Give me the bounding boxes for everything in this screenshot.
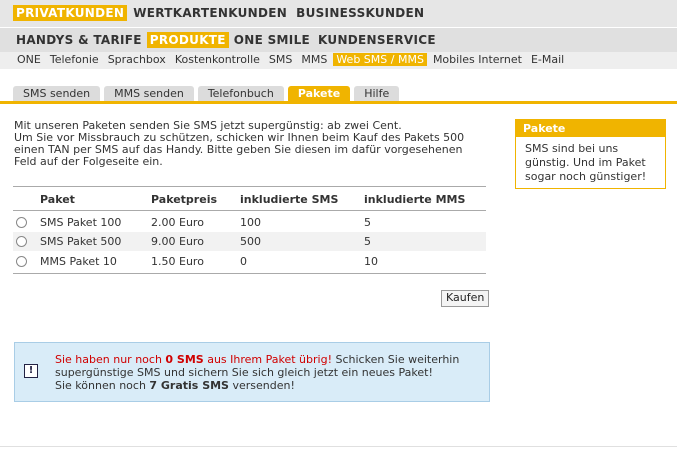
package-radio[interactable] xyxy=(16,256,27,267)
cell-sms: 100 xyxy=(240,216,261,229)
info-box-body: SMS sind bei uns günstig. Und im Paket s… xyxy=(516,137,665,188)
footer-divider xyxy=(0,446,677,447)
nav-sprachbox[interactable]: Sprachbox xyxy=(105,53,169,66)
package-radio[interactable] xyxy=(16,236,27,247)
notice-alert-text: aus Ihrem Paket übrig! xyxy=(203,353,332,366)
nav-email[interactable]: E-Mail xyxy=(528,53,567,66)
col-header-preis: Paketpreis xyxy=(151,193,218,206)
section-nav: HANDYS & TARIFE PRODUKTE ONE SMILE KUNDE… xyxy=(0,28,677,52)
nav-handys-tarife[interactable]: HANDYS & TARIFE xyxy=(13,32,145,48)
col-header-mms: inkludierte MMS xyxy=(364,193,466,206)
cell-preis: 9.00 Euro xyxy=(151,235,204,248)
nav-privatkunden[interactable]: PRIVATKUNDEN xyxy=(13,5,128,21)
nav-one[interactable]: ONE xyxy=(14,53,44,66)
sms-notice: ! Sie haben nur noch 0 SMS aus Ihrem Pak… xyxy=(14,342,490,402)
tab-bar: SMS senden MMS senden Telefonbuch Pakete… xyxy=(13,86,403,101)
tab-mms-senden[interactable]: MMS senden xyxy=(104,86,194,101)
table-rule xyxy=(13,210,486,211)
nav-wertkartenkunden[interactable]: WERTKARTENKUNDEN xyxy=(130,5,290,21)
cell-paket: SMS Paket 500 xyxy=(40,235,122,248)
cell-sms: 500 xyxy=(240,235,261,248)
cell-paket: MMS Paket 10 xyxy=(40,255,117,268)
table-header-row: Paket Paketpreis inkludierte SMS inkludi… xyxy=(13,190,486,209)
product-nav: ONE Telefonie Sprachbox Kostenkontrolle … xyxy=(0,52,677,69)
package-radio[interactable] xyxy=(16,217,27,228)
top-nav: PRIVATKUNDEN WERTKARTENKUNDEN BUSINESSKU… xyxy=(0,0,677,27)
tab-hilfe[interactable]: Hilfe xyxy=(354,86,400,101)
cell-mms: 5 xyxy=(364,216,371,229)
cell-preis: 1.50 Euro xyxy=(151,255,204,268)
new-package-link[interactable]: neues Paket xyxy=(362,366,429,379)
table-rule xyxy=(13,186,486,187)
kaufen-button[interactable]: Kaufen xyxy=(441,290,490,307)
nav-produkte[interactable]: PRODUKTE xyxy=(146,32,229,48)
col-header-sms: inkludierte SMS xyxy=(240,193,339,206)
info-box-line: SMS sind bei uns xyxy=(525,142,619,155)
nav-kostenkontrolle[interactable]: Kostenkontrolle xyxy=(172,53,263,66)
intro-line: Feld auf der Folgeseite ein. xyxy=(14,155,163,168)
nav-businesskunden[interactable]: BUSINESSKUNDEN xyxy=(293,5,427,21)
tab-underline xyxy=(0,101,677,104)
info-box-line: sogar noch günstiger! xyxy=(525,170,647,183)
pakete-info-box: Pakete SMS sind bei uns günstig. Und im … xyxy=(515,119,666,189)
info-box-line: günstig. Und im Paket xyxy=(525,156,646,169)
nav-web-sms-mms[interactable]: Web SMS / MMS xyxy=(333,53,427,66)
tab-pakete[interactable]: Pakete xyxy=(287,86,351,101)
notice-text-part: supergünstige SMS und sichern Sie sich g… xyxy=(55,366,362,379)
info-box-title: Pakete xyxy=(516,120,665,137)
nav-mms[interactable]: MMS xyxy=(298,53,330,66)
notice-text-part: ! xyxy=(428,366,433,379)
col-header-paket: Paket xyxy=(40,193,75,206)
cell-mms: 5 xyxy=(364,235,371,248)
cell-mms: 10 xyxy=(364,255,378,268)
notice-sms-count: 0 SMS xyxy=(165,353,204,366)
table-row[interactable]: SMS Paket 500 9.00 Euro 500 5 xyxy=(13,232,486,251)
table-rule xyxy=(13,273,486,274)
cell-preis: 2.00 Euro xyxy=(151,216,204,229)
tab-sms-senden[interactable]: SMS senden xyxy=(13,86,101,101)
table-row[interactable]: SMS Paket 100 2.00 Euro 100 5 xyxy=(13,213,486,232)
notice-text-part: Sie können noch xyxy=(55,379,150,392)
nav-telefonie[interactable]: Telefonie xyxy=(47,53,102,66)
notice-text-part: versenden! xyxy=(228,379,295,392)
nav-kundenservice[interactable]: KUNDENSERVICE xyxy=(315,32,439,48)
exclamation-icon: ! xyxy=(24,364,38,378)
notice-free-sms: 7 Gratis SMS xyxy=(149,379,229,392)
notice-text: Sie haben nur noch 0 SMS aus Ihrem Paket… xyxy=(55,353,485,392)
nav-one-smile[interactable]: ONE SMILE xyxy=(231,32,313,48)
cell-paket: SMS Paket 100 xyxy=(40,216,122,229)
notice-text-part: Schicken Sie weiterhin xyxy=(331,353,460,366)
notice-alert-text: Sie haben nur noch xyxy=(55,353,166,366)
table-row[interactable]: MMS Paket 10 1.50 Euro 0 10 xyxy=(13,252,486,271)
cell-sms: 0 xyxy=(240,255,247,268)
nav-mobiles-internet[interactable]: Mobiles Internet xyxy=(430,53,525,66)
nav-sms[interactable]: SMS xyxy=(266,53,295,66)
intro-text: Mit unseren Paketen senden Sie SMS jetzt… xyxy=(14,120,484,168)
tab-telefonbuch[interactable]: Telefonbuch xyxy=(197,86,284,101)
